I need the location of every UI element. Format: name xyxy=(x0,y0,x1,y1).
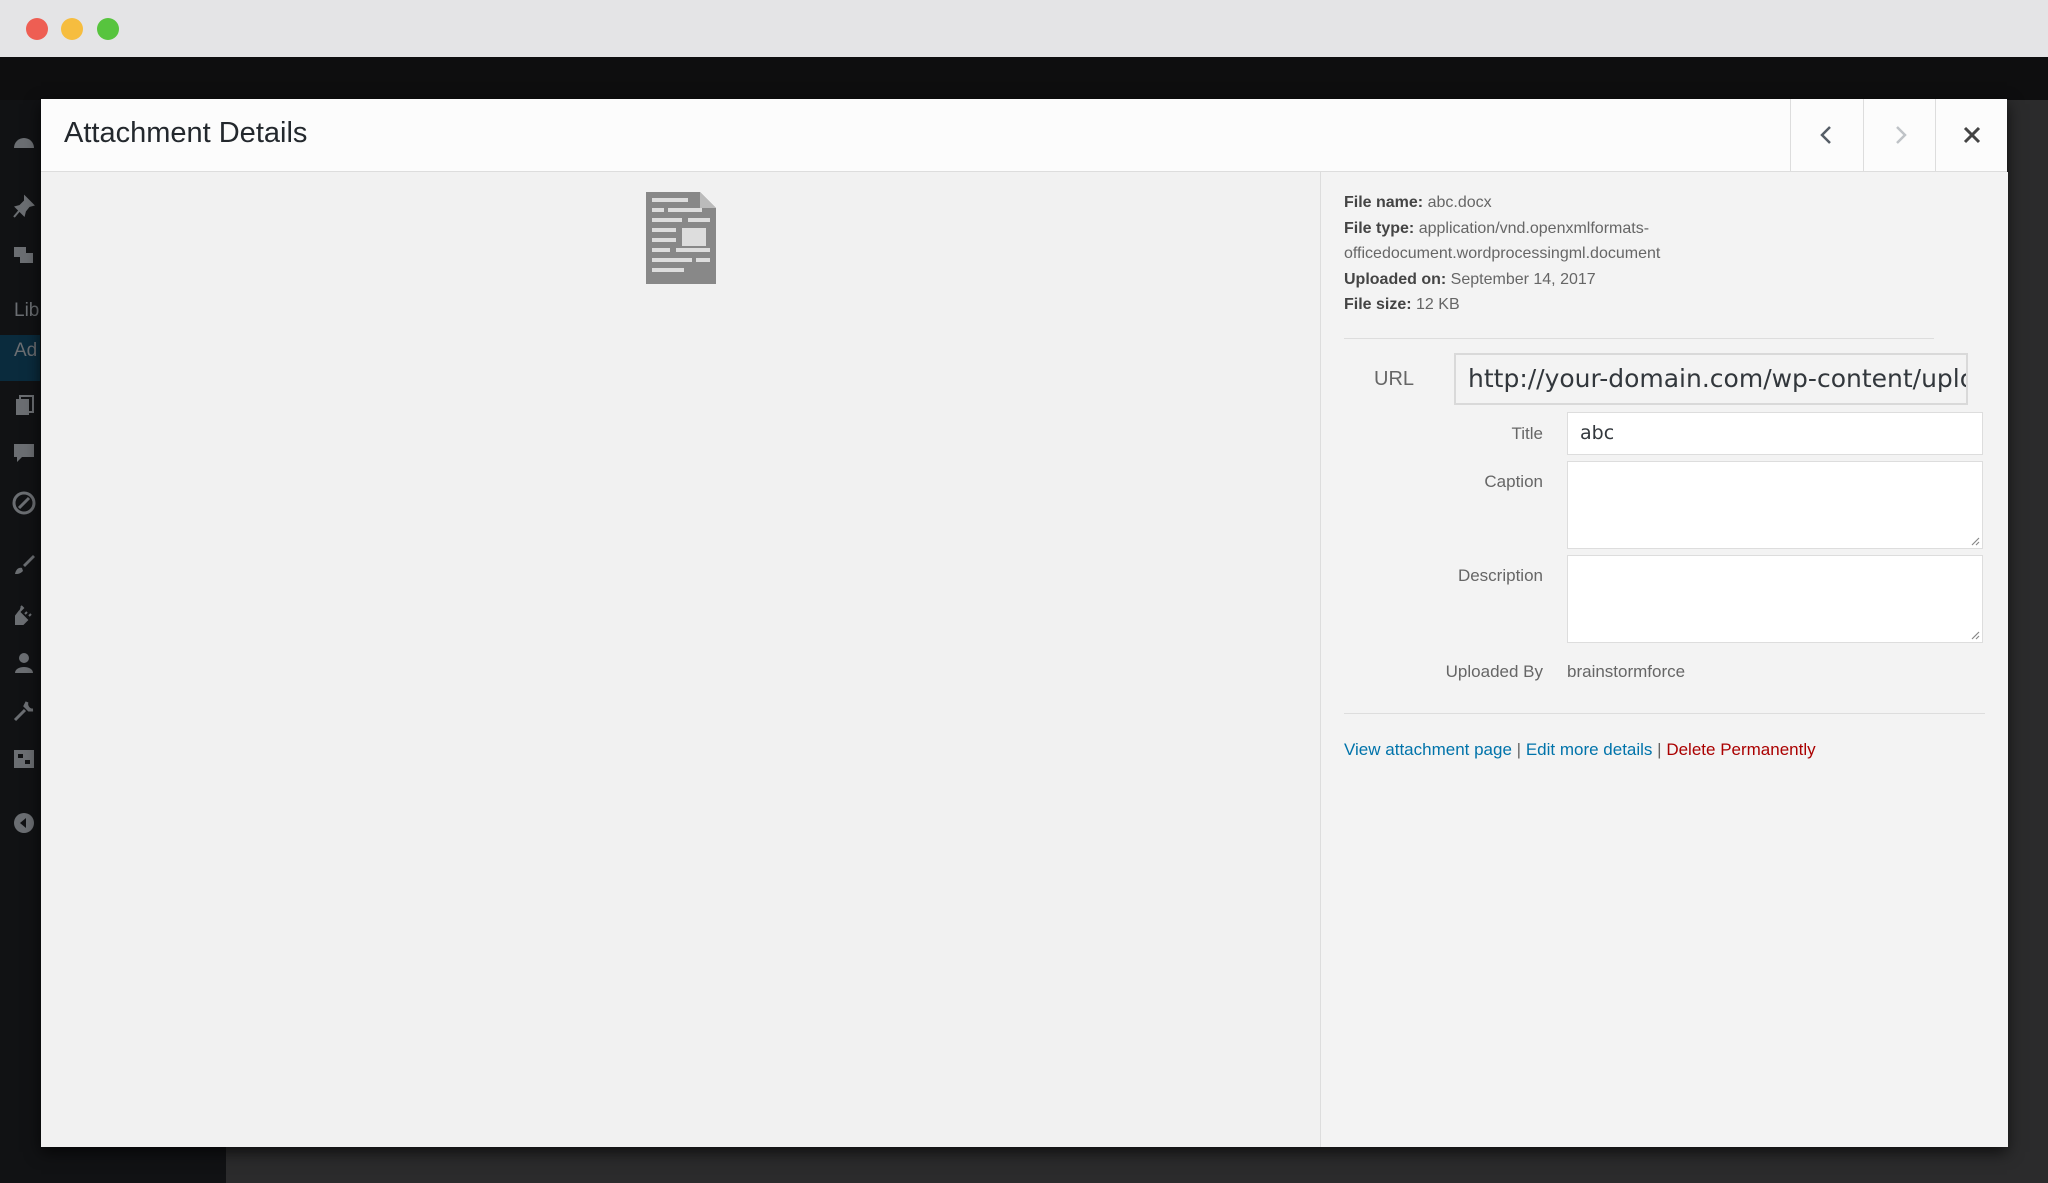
url-label: URL xyxy=(1374,368,1415,390)
divider xyxy=(1344,713,1985,714)
window-maximize-button[interactable] xyxy=(97,18,119,40)
view-attachment-page-link[interactable]: View attachment page xyxy=(1344,740,1512,759)
actions-separator: | xyxy=(1657,740,1662,759)
attachment-preview-area xyxy=(41,172,1320,1147)
close-modal-button[interactable] xyxy=(1935,99,2007,171)
title-field[interactable]: abc xyxy=(1567,412,1983,455)
appearance-icon[interactable] xyxy=(11,490,37,516)
close-icon xyxy=(1963,126,1980,144)
edit-more-details-link[interactable]: Edit more details xyxy=(1526,740,1653,759)
description-label: Description xyxy=(1457,566,1543,585)
actions-separator: | xyxy=(1516,740,1522,759)
file-size-label: File size: xyxy=(1344,296,1412,313)
plugins-icon[interactable] xyxy=(11,602,37,628)
file-type-row: File type: application/vnd.openxmlformat… xyxy=(1344,216,1744,242)
file-type-value-line1: application/vnd.openxmlformats- xyxy=(1418,219,1650,237)
attachment-actions: View attachment page | Edit more details… xyxy=(1344,740,1816,760)
attachment-details-sidebar: File name: abc.docx File type: applicati… xyxy=(1320,172,2008,1147)
document-icon xyxy=(646,192,716,284)
attachment-details-modal: Attachment Details File name: abc.docx F… xyxy=(41,99,2008,1147)
comments-icon[interactable] xyxy=(11,440,37,466)
uploaded-by-label: Uploaded By xyxy=(1445,662,1543,681)
tools-icon[interactable] xyxy=(11,698,37,724)
title-label: Title xyxy=(1511,424,1544,443)
window-titlebar xyxy=(0,0,2048,57)
resize-handle-icon[interactable] xyxy=(1968,534,1980,546)
uploaded-on-label: Uploaded on: xyxy=(1344,270,1447,288)
file-info: File name: abc.docx File type: applicati… xyxy=(1344,190,1744,318)
modal-header: Attachment Details xyxy=(41,99,2007,172)
brush-icon[interactable] xyxy=(11,552,37,578)
file-name-label: File name: xyxy=(1344,194,1424,211)
caption-label: Caption xyxy=(1484,472,1543,491)
file-type-label: File type: xyxy=(1344,219,1415,237)
description-field[interactable] xyxy=(1567,555,1983,643)
file-type-value-line2: officedocument.wordprocessingml.document xyxy=(1344,245,1661,262)
menu-add-label[interactable]: Ad xyxy=(14,340,37,362)
window-minimize-button[interactable] xyxy=(61,18,83,40)
uploaded-by-value: brainstormforce xyxy=(1567,662,1686,681)
file-size-value: 12 KB xyxy=(1416,296,1460,313)
uploaded-on-value: September 14, 2017 xyxy=(1450,270,1596,288)
previous-attachment-button[interactable] xyxy=(1790,99,1862,171)
modal-title: Attachment Details xyxy=(64,117,308,149)
file-name-value: abc.docx xyxy=(1427,194,1492,211)
collapse-menu-icon[interactable] xyxy=(11,810,37,836)
media-icon[interactable] xyxy=(11,242,37,268)
file-size-row: File size: 12 KB xyxy=(1344,292,1744,318)
next-attachment-button[interactable] xyxy=(1863,99,1935,171)
users-icon[interactable] xyxy=(11,650,37,676)
wp-admin-bar: W xyxy=(0,57,2048,149)
url-field[interactable]: http://your-domain.com/wp-content/upload xyxy=(1454,353,1968,405)
chevron-left-icon xyxy=(1819,126,1831,144)
pin-icon[interactable] xyxy=(11,194,37,220)
chevron-right-icon xyxy=(1895,126,1907,144)
file-name-row: File name: abc.docx xyxy=(1344,190,1744,216)
window-close-button[interactable] xyxy=(26,18,48,40)
settings-icon[interactable] xyxy=(11,746,37,772)
divider xyxy=(1344,338,1934,339)
resize-handle-icon[interactable] xyxy=(1968,628,1980,640)
pages-icon[interactable] xyxy=(11,394,37,420)
caption-field[interactable] xyxy=(1567,461,1983,549)
menu-library-label[interactable]: Lib xyxy=(14,300,39,322)
uploaded-on-row: Uploaded on: September 14, 2017 xyxy=(1344,267,1744,293)
dashboard-icon[interactable] xyxy=(11,130,37,156)
delete-permanently-link[interactable]: Delete Permanently xyxy=(1666,740,1815,759)
